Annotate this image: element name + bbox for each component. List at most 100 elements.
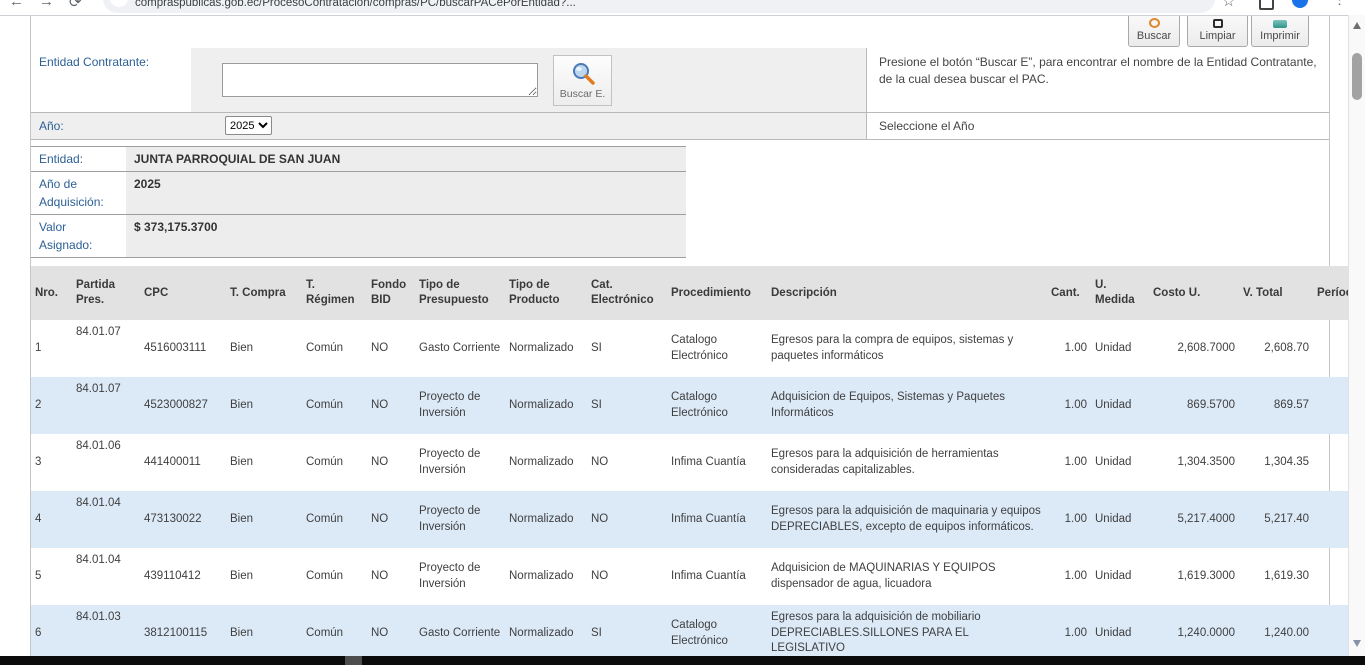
tab-group-icon[interactable] — [1259, 0, 1274, 10]
bottom-black-bar — [0, 656, 1365, 665]
table-cell: 2,608.7000 — [1149, 320, 1239, 377]
table-cell: Común — [302, 548, 367, 605]
table-cell: Unidad — [1091, 320, 1149, 377]
table-cell: Bien — [226, 434, 302, 491]
table-cell: Catalogo Electrónico — [667, 320, 767, 377]
table-cell: 1,240.00 — [1239, 605, 1313, 662]
anio-row: Año: 2025 Seleccione el Año — [31, 113, 1329, 140]
scrollbar-thumb[interactable] — [1352, 53, 1362, 100]
back-icon[interactable]: ← — [9, 0, 24, 10]
table-row: 284.01.074523000827BienComúnNOProyecto d… — [31, 377, 1365, 434]
bookmark-star-icon[interactable]: ☆ — [1222, 0, 1235, 10]
table-cell: Catalogo Electrónico — [667, 605, 767, 662]
table-cell: Unidad — [1091, 434, 1149, 491]
table-cell: 4516003111 — [140, 320, 226, 377]
table-cell: 441400011 — [140, 434, 226, 491]
table-cell: Egresos para la adquisición de herramien… — [767, 434, 1047, 491]
table-cell: 84.01.07 — [72, 320, 140, 377]
table-cell: 84.01.07 — [72, 377, 140, 434]
column-header: CPC — [140, 266, 226, 320]
table-cell: 439110412 — [140, 548, 226, 605]
buscar-entidad-label: Buscar E. — [560, 88, 606, 100]
entity-info-row: Valor Asignado: $ 373,175.3700 — [31, 215, 686, 258]
pac-table-head: Nro.Partida Pres.CPCT. CompraT. RégimenF… — [31, 266, 1365, 320]
table-row: 184.01.074516003111BienComúnNOGasto Corr… — [31, 320, 1365, 377]
table-cell: 1.00 — [1047, 434, 1091, 491]
scrollbar-up-icon[interactable] — [1353, 22, 1361, 29]
table-row: 584.01.04439110412BienComúnNOProyecto de… — [31, 548, 1365, 605]
table-cell: 84.01.06 — [72, 434, 140, 491]
table-cell: Normalizado — [505, 377, 587, 434]
column-header: Costo U. — [1149, 266, 1239, 320]
table-cell: Egresos para la adquisición de maquinari… — [767, 491, 1047, 548]
vertical-scrollbar[interactable] — [1348, 15, 1365, 665]
address-bar[interactable]: compraspublicas.gob.ec/ProcesoContrataci… — [103, 0, 1215, 13]
table-cell: NO — [367, 434, 415, 491]
table-cell: Normalizado — [505, 605, 587, 662]
table-cell: Proyecto de Inversión — [415, 434, 505, 491]
table-cell: 1.00 — [1047, 320, 1091, 377]
table-cell: 3 — [31, 434, 72, 491]
table-cell: 4 — [31, 491, 72, 548]
forward-icon[interactable]: → — [39, 0, 54, 10]
table-cell: SI — [587, 377, 667, 434]
table-cell: NO — [367, 491, 415, 548]
table-cell: Adquisicion de Equipos, Sistemas y Paque… — [767, 377, 1047, 434]
column-header: Cant. — [1047, 266, 1091, 320]
table-cell: SI — [587, 605, 667, 662]
anio-adquisicion-value: 2025 — [126, 172, 686, 214]
table-cell: 84.01.04 — [72, 491, 140, 548]
limpiar-button-icon — [1213, 19, 1223, 28]
table-cell: 6 — [31, 605, 72, 662]
table-cell: Bien — [226, 491, 302, 548]
table-cell: Unidad — [1091, 377, 1149, 434]
table-cell: 1.00 — [1047, 548, 1091, 605]
table-cell: Bien — [226, 377, 302, 434]
table-cell: Unidad — [1091, 605, 1149, 662]
table-cell: Común — [302, 605, 367, 662]
reload-icon[interactable]: ⟳ — [69, 0, 82, 11]
table-cell: 5,217.40 — [1239, 491, 1313, 548]
column-header: Nro. — [31, 266, 72, 320]
table-cell: Infima Cuantía — [667, 548, 767, 605]
table-cell: NO — [587, 434, 667, 491]
entidad-contratante-row: Entidad Contratante: Buscar E. Presione … — [31, 48, 1329, 113]
entidad-info-label: Entidad: — [31, 147, 126, 171]
profile-avatar[interactable] — [1292, 0, 1308, 8]
scrollbar-down-icon[interactable] — [1353, 640, 1361, 647]
limpiar-button-label: Limpiar — [1199, 30, 1235, 42]
table-cell: Unidad — [1091, 491, 1149, 548]
anio-select[interactable]: 2025 — [225, 116, 272, 135]
column-header: Fondo BID — [367, 266, 415, 320]
table-cell: NO — [367, 377, 415, 434]
buscar-entidad-button[interactable]: Buscar E. — [553, 55, 612, 106]
table-cell: SI — [587, 320, 667, 377]
header-row: Nro.Partida Pres.CPCT. CompraT. RégimenF… — [31, 266, 1365, 320]
table-cell: Egresos para la adquisición de mobiliari… — [767, 605, 1047, 662]
anio-label: Año: — [39, 119, 64, 133]
table-cell: NO — [587, 548, 667, 605]
table-cell: 1.00 — [1047, 491, 1091, 548]
entity-info-row: Entidad: JUNTA PARROQUIAL DE SAN JUAN — [31, 147, 686, 172]
table-cell: 3812100115 — [140, 605, 226, 662]
table-cell: 84.01.04 — [72, 548, 140, 605]
table-cell: Normalizado — [505, 548, 587, 605]
table-cell: Egresos para la compra de equipos, siste… — [767, 320, 1047, 377]
anio-adquisicion-label: Año de Adquisición: — [31, 172, 126, 214]
table-cell: Infima Cuantía — [667, 434, 767, 491]
table-cell: Gasto Corriente — [415, 605, 505, 662]
entidad-input-panel: Buscar E. — [191, 48, 866, 112]
site-info-icon[interactable] — [110, 0, 128, 7]
menu-dots-icon[interactable]: ⋮ — [1333, 0, 1346, 8]
column-header: T. Compra — [226, 266, 302, 320]
column-header: Cat. Electrónico — [587, 266, 667, 320]
table-cell: Normalizado — [505, 434, 587, 491]
entidad-contratante-input[interactable] — [222, 63, 538, 97]
table-cell: 4523000827 — [140, 377, 226, 434]
table-cell: Unidad — [1091, 548, 1149, 605]
table-cell: Normalizado — [505, 320, 587, 377]
column-header: Tipo de Presupuesto — [415, 266, 505, 320]
entidad-help-text: Presione el botón “Buscar E”, para encon… — [866, 48, 1329, 112]
table-cell: NO — [367, 548, 415, 605]
browser-chrome: ← → ⟳ compraspublicas.gob.ec/ProcesoCont… — [0, 0, 1365, 16]
